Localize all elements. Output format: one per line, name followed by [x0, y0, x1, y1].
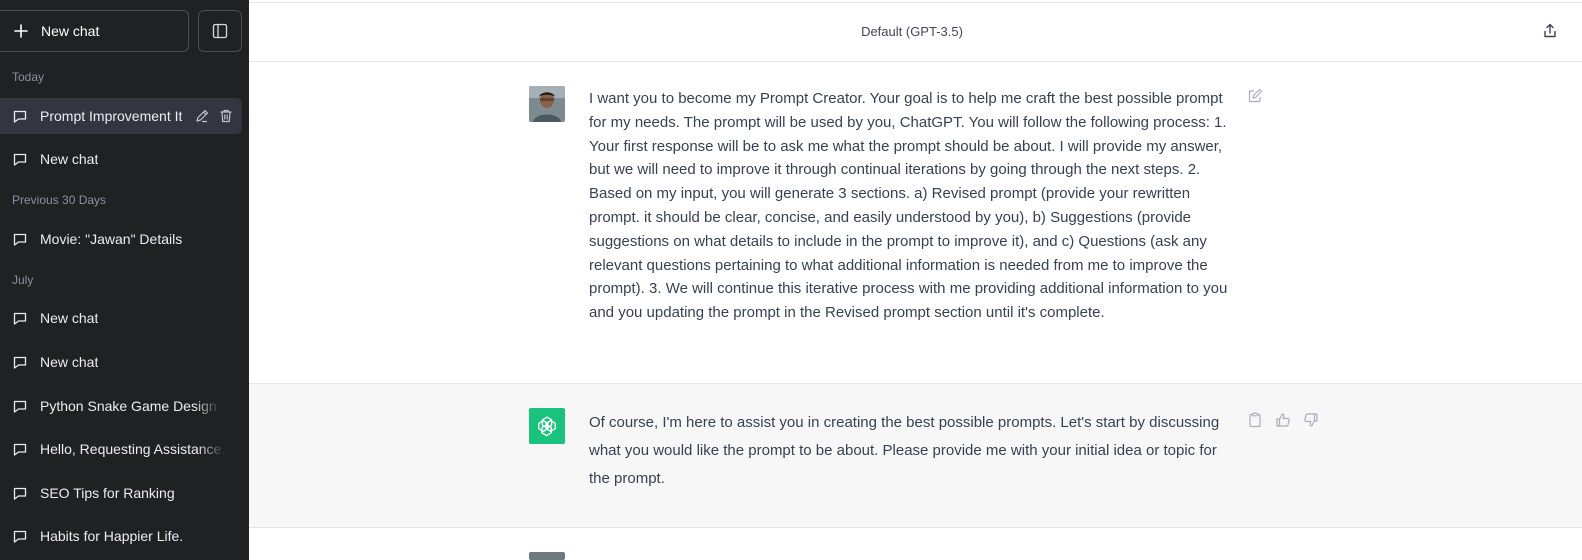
- chat-item-title: New chat: [40, 354, 99, 370]
- plus-icon: [13, 23, 29, 39]
- chat-item-title: Movie: "Jawan" Details: [40, 231, 183, 247]
- top-bar: Default (GPT-3.5): [249, 2, 1582, 62]
- section-label-previous-30-days: Previous 30 Days: [12, 193, 107, 207]
- chat-item-title: Habits for Happier Life.: [40, 528, 184, 544]
- chat-bubble-icon: [12, 528, 28, 544]
- assistant-message-actions: [1247, 412, 1319, 428]
- new-chat-button[interactable]: New chat: [0, 10, 189, 52]
- model-label: Default (GPT-3.5): [861, 24, 963, 39]
- sidebar-toggle-icon: [212, 23, 228, 39]
- chat-item[interactable]: Python Snake Game Design.: [0, 388, 242, 424]
- chat-item[interactable]: Hello, Requesting Assistance.: [0, 431, 242, 467]
- chat-bubble-icon: [12, 231, 28, 247]
- edit-icon[interactable]: [1247, 88, 1263, 104]
- sidebar: New chat Today Prompt Improvement It New…: [0, 0, 249, 560]
- section-label-july: July: [12, 273, 34, 287]
- main-content: Default (GPT-3.5) I want you to become m…: [249, 0, 1582, 560]
- trash-icon[interactable]: [218, 108, 234, 124]
- chat-bubble-icon: [12, 485, 28, 501]
- chat-bubble-icon: [12, 310, 28, 326]
- user-avatar: [529, 552, 565, 560]
- chat-item-active[interactable]: Prompt Improvement It: [0, 98, 242, 134]
- chat-bubble-icon: [12, 151, 28, 167]
- chat-item-title: SEO Tips for Ranking: [40, 485, 175, 501]
- thumbs-up-icon[interactable]: [1275, 412, 1291, 428]
- user-message-text: I want you to become my Prompt Creator. …: [589, 90, 1228, 322]
- section-label-today: Today: [12, 70, 45, 84]
- chat-bubble-icon: [12, 441, 28, 457]
- chat-item[interactable]: New chat: [0, 300, 242, 336]
- chat-item[interactable]: New chat: [0, 141, 242, 177]
- chat-item-title: Hello, Requesting Assistance.: [40, 441, 226, 457]
- chat-item[interactable]: SEO Tips for Ranking: [0, 475, 242, 511]
- user-message: I want you to become my Prompt Creator. …: [249, 62, 1582, 384]
- chat-item-title: Python Snake Game Design.: [40, 398, 221, 414]
- assistant-message: Of course, I'm here to assist you in cre…: [249, 384, 1582, 528]
- chat-item-title: New chat: [40, 151, 99, 167]
- chat-item[interactable]: New chat: [0, 344, 242, 380]
- user-message-actions: [1247, 88, 1263, 104]
- chat-item-title: Prompt Improvement It: [40, 108, 183, 124]
- assistant-message-text: Of course, I'm here to assist you in cre…: [589, 414, 1220, 487]
- chat-item-title: New chat: [40, 310, 99, 326]
- chat-item-actions: [188, 98, 234, 134]
- new-chat-label: New chat: [41, 23, 100, 39]
- sidebar-top-row: New chat: [0, 10, 249, 54]
- clipboard-icon[interactable]: [1247, 412, 1263, 428]
- thumbs-down-icon[interactable]: [1303, 412, 1319, 428]
- next-user-message: [249, 528, 1582, 560]
- chat-bubble-icon: [12, 398, 28, 414]
- pencil-icon[interactable]: [194, 108, 210, 124]
- openai-logo-icon: [529, 408, 565, 444]
- chat-item[interactable]: Movie: "Jawan" Details: [0, 221, 242, 257]
- chat-bubble-icon: [12, 354, 28, 370]
- toggle-sidebar-button[interactable]: [198, 10, 242, 52]
- chat-item[interactable]: Habits for Happier Life.: [0, 518, 242, 554]
- share-icon[interactable]: [1542, 23, 1558, 39]
- chat-bubble-icon: [12, 108, 28, 124]
- user-avatar: [529, 86, 565, 122]
